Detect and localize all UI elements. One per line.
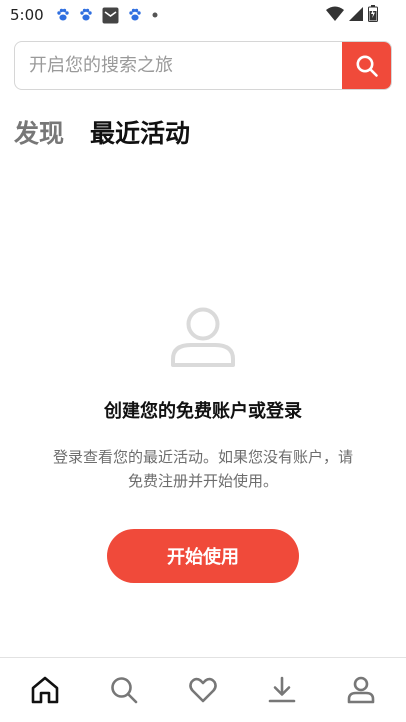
baidu-paw-icon xyxy=(128,8,141,21)
screen: 5:00 开启您的搜索之旅 发现 最近活动 创建您的免费账户或登录 登录查看您的… xyxy=(0,0,406,722)
status-bar: 5:00 xyxy=(0,0,406,30)
baidu-paw-icon xyxy=(56,8,69,21)
dot-icon xyxy=(152,12,158,18)
search-input[interactable] xyxy=(15,42,342,89)
status-time: 5:00 xyxy=(10,6,44,24)
system-icons xyxy=(326,5,378,22)
empty-state: 创建您的免费账户或登录 登录查看您的最近活动。如果您没有账户，请免费注册并开始使… xyxy=(0,305,406,583)
search-icon xyxy=(356,55,378,77)
nav-favorites[interactable] xyxy=(173,665,233,715)
home-icon xyxy=(32,676,59,704)
get-started-button[interactable]: 开始使用 xyxy=(107,529,299,583)
tab-discover[interactable]: 发现 xyxy=(14,114,64,150)
cellular-signal-icon xyxy=(349,6,363,21)
download-icon xyxy=(268,676,296,703)
nav-home[interactable] xyxy=(15,665,75,715)
tab-recent-activity[interactable]: 最近活动 xyxy=(90,114,190,150)
tab-bar: 发现 最近活动 xyxy=(14,114,190,150)
heart-icon xyxy=(189,677,217,703)
wifi-icon xyxy=(326,6,344,21)
notification-icons xyxy=(56,7,159,24)
search-button[interactable] xyxy=(342,42,391,89)
baidu-paw-icon xyxy=(79,8,92,21)
mail-icon xyxy=(102,7,119,23)
nav-search[interactable] xyxy=(94,665,154,715)
user-icon xyxy=(171,307,235,367)
empty-state-description: 登录查看您的最近活动。如果您没有账户，请免费注册并开始使用。 xyxy=(52,448,353,490)
nav-downloads[interactable] xyxy=(252,665,312,715)
search-bar xyxy=(14,41,392,90)
bottom-navigation xyxy=(0,657,406,722)
profile-icon xyxy=(347,676,374,704)
search-icon xyxy=(111,677,138,704)
empty-state-title: 创建您的免费账户或登录 xyxy=(104,401,302,422)
nav-profile[interactable] xyxy=(331,665,391,715)
battery-icon xyxy=(368,5,378,22)
